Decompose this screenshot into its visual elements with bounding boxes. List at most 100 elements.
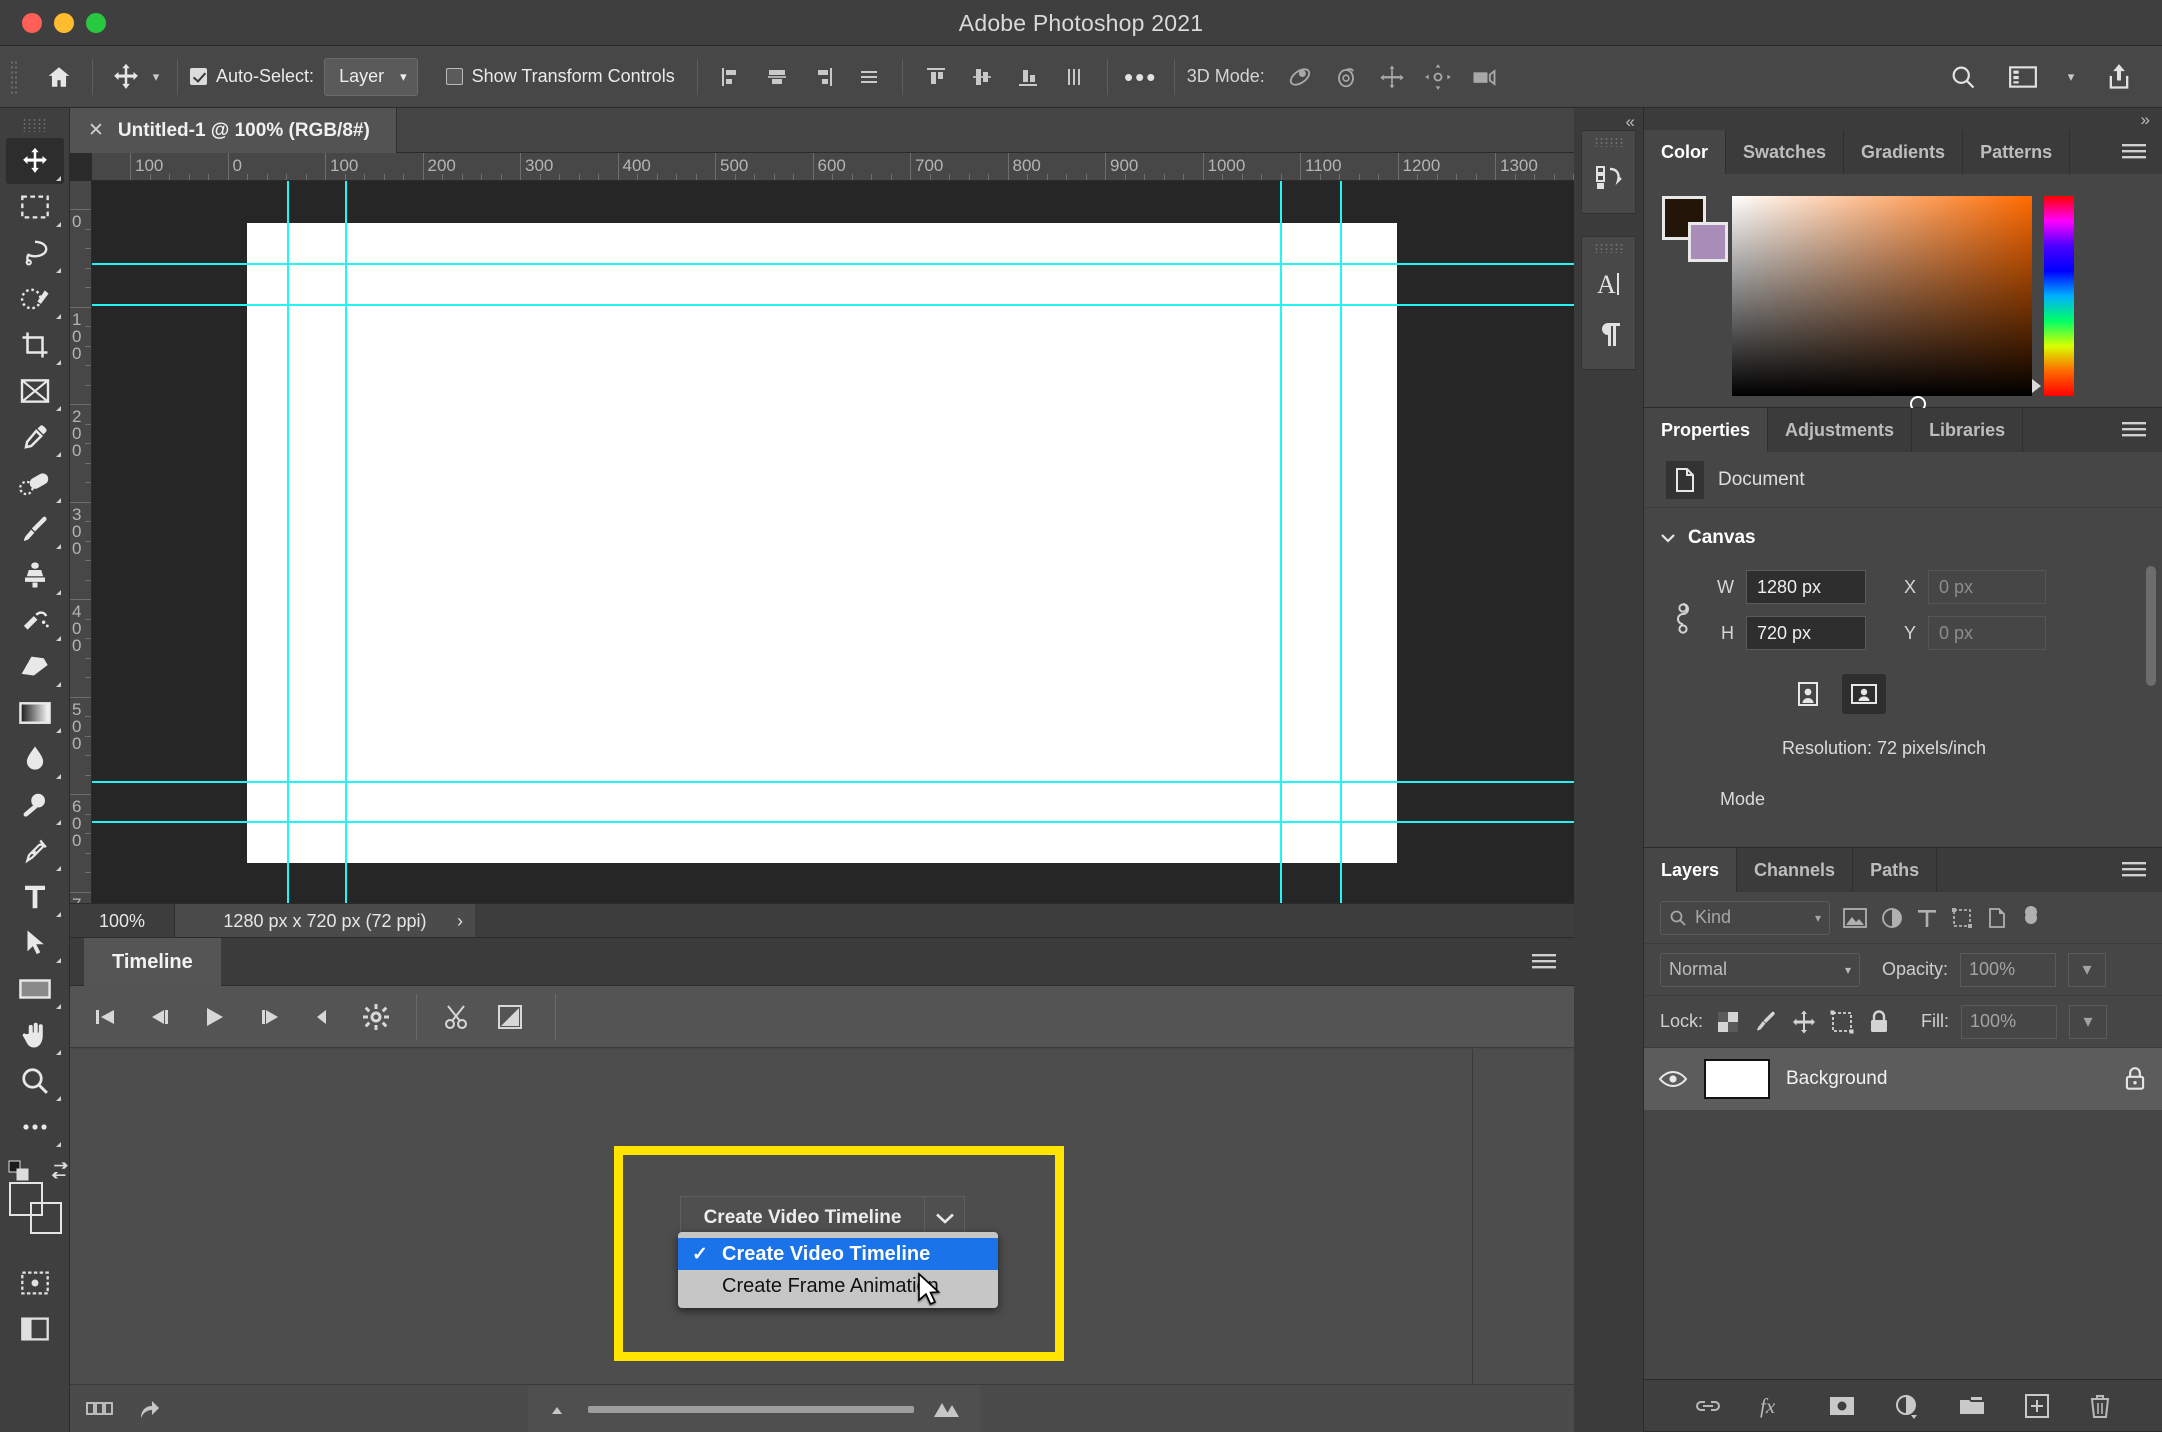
filter-type-icon[interactable] [1916, 906, 1938, 930]
panel-menu-icon[interactable] [2122, 142, 2148, 160]
canvas-width-input[interactable]: 1280 px [1746, 570, 1866, 604]
dodge-tool[interactable] [6, 782, 64, 828]
expand-panels-icon[interactable]: » [2141, 110, 2150, 130]
quick-selection-tool[interactable] [6, 276, 64, 322]
close-icon[interactable]: ✕ [88, 121, 104, 140]
3d-slide-icon[interactable] [1417, 56, 1459, 98]
lock-all-icon[interactable] [1867, 1009, 1891, 1035]
eyedropper-tool[interactable] [6, 414, 64, 460]
background-color-swatch[interactable] [1688, 222, 1728, 262]
layer-filter-kind[interactable]: Kind ▾ [1660, 901, 1830, 935]
lock-transparency-icon[interactable] [1715, 1009, 1741, 1035]
align-bottom-icon[interactable] [1007, 56, 1049, 98]
eye-icon[interactable] [1658, 1068, 1688, 1090]
link-layers-icon[interactable] [1693, 1396, 1723, 1416]
zoom-out-small-icon[interactable] [546, 1400, 570, 1418]
3d-camera-icon[interactable] [1463, 56, 1505, 98]
zoom-in-large-icon[interactable] [932, 1398, 962, 1420]
align-center-v-icon[interactable] [961, 56, 1003, 98]
canvas-x-input[interactable]: 0 px [1928, 570, 2046, 604]
distribute-h-icon[interactable] [848, 56, 890, 98]
filter-toggle-icon[interactable] [2020, 904, 2042, 932]
hue-strip[interactable] [2044, 196, 2074, 396]
3d-pan-icon[interactable] [1371, 56, 1413, 98]
vertical-ruler[interactable]: 010020030040050060070 [70, 181, 92, 903]
go-to-first-frame-icon[interactable] [92, 1005, 120, 1029]
guide-vertical[interactable] [287, 181, 289, 903]
share-icon[interactable] [2098, 56, 2140, 98]
guide-horizontal[interactable] [92, 304, 1574, 306]
filter-smart-icon[interactable] [1986, 906, 2008, 930]
zoom-level[interactable]: 100% [70, 904, 175, 938]
blend-mode-dropdown[interactable]: Normal ▾ [1660, 953, 1860, 987]
eraser-tool[interactable] [6, 644, 64, 690]
show-transform-controls-checkbox[interactable]: Show Transform Controls [446, 66, 675, 87]
character-panel-icon[interactable]: A [1582, 259, 1635, 309]
filter-adjustment-icon[interactable] [1880, 906, 1904, 930]
lasso-tool[interactable] [6, 230, 64, 276]
guide-vertical[interactable] [345, 181, 347, 903]
distribute-v-icon[interactable] [1053, 56, 1095, 98]
link-dimensions-icon[interactable] [1672, 600, 1694, 638]
lock-image-icon[interactable] [1753, 1009, 1779, 1035]
frame-tool[interactable] [6, 368, 64, 414]
menu-item-create-video-timeline[interactable]: ✓ Create Video Timeline [678, 1238, 998, 1270]
add-mask-icon[interactable] [1827, 1394, 1857, 1418]
workspace-icon[interactable] [2002, 56, 2044, 98]
align-right-icon[interactable] [802, 56, 844, 98]
pen-tool[interactable] [6, 828, 64, 874]
next-frame-icon[interactable] [256, 1005, 284, 1029]
auto-select-checkbox[interactable]: Auto-Select: [190, 66, 314, 87]
guide-horizontal[interactable] [92, 781, 1574, 783]
home-icon[interactable] [38, 56, 80, 98]
edit-toolbar-button[interactable] [6, 1104, 64, 1150]
crop-tool[interactable] [6, 322, 64, 368]
type-tool[interactable] [6, 874, 64, 920]
search-icon[interactable] [1942, 56, 1984, 98]
align-top-icon[interactable] [915, 56, 957, 98]
tab-paths[interactable]: Paths [1853, 848, 1937, 892]
new-group-icon[interactable] [1957, 1394, 1987, 1418]
guide-vertical[interactable] [1280, 181, 1282, 903]
layer-thumbnail[interactable] [1704, 1059, 1770, 1099]
opacity-chevron-down-icon[interactable]: ▾ [2068, 953, 2106, 987]
fx-icon[interactable]: fx [1759, 1394, 1791, 1418]
align-center-h-icon[interactable] [756, 56, 798, 98]
create-timeline-menu[interactable]: ✓ Create Video Timeline Create Frame Ani… [678, 1232, 998, 1308]
auto-select-scope-dropdown[interactable]: Layer ▾ [324, 58, 418, 96]
tab-layers[interactable]: Layers [1644, 848, 1737, 892]
dock-grip[interactable] [1594, 137, 1623, 147]
workspace-chevron-down-icon[interactable]: ▾ [2062, 69, 2080, 85]
lock-icon[interactable] [2122, 1065, 2148, 1093]
adjustment-layer-icon[interactable] [1893, 1393, 1921, 1419]
panel-menu-icon[interactable] [2122, 420, 2148, 438]
menu-item-create-frame-animation[interactable]: Create Frame Animation [678, 1270, 998, 1302]
new-layer-icon[interactable] [2023, 1393, 2051, 1419]
previous-frame-icon[interactable] [146, 1005, 174, 1029]
auto-select-checkbox-box[interactable] [190, 68, 207, 85]
guide-horizontal[interactable] [92, 263, 1574, 265]
frame-view-icon[interactable] [86, 1400, 114, 1418]
marquee-tool[interactable] [6, 184, 64, 230]
fill-chevron-down-icon[interactable]: ▾ [2069, 1005, 2107, 1039]
hand-tool[interactable] [6, 1012, 64, 1058]
split-clip-icon[interactable] [443, 1003, 471, 1031]
horizontal-ruler[interactable]: 1000100200300400500600700800900100011001… [92, 153, 1574, 181]
tab-libraries[interactable]: Libraries [1912, 408, 2023, 452]
tab-swatches[interactable]: Swatches [1726, 130, 1844, 174]
render-video-icon[interactable] [136, 1396, 162, 1422]
3d-orbit-icon[interactable] [1279, 56, 1321, 98]
opacity-input[interactable]: 100% [1960, 953, 2056, 987]
screen-mode-button[interactable] [6, 1306, 64, 1352]
tab-patterns[interactable]: Patterns [1963, 130, 2070, 174]
landscape-orientation-icon[interactable] [1842, 674, 1886, 714]
history-panel-icon[interactable] [1582, 153, 1635, 203]
document-size-status[interactable]: 1280 px x 720 px (72 ppi) › [175, 904, 475, 938]
more-options-button[interactable]: ••• [1120, 56, 1162, 98]
filter-image-icon[interactable] [1842, 907, 1868, 929]
dock-grip[interactable] [1594, 243, 1623, 253]
artboard[interactable] [247, 223, 1397, 863]
filter-shape-icon[interactable] [1950, 906, 1974, 930]
clone-stamp-tool[interactable] [6, 552, 64, 598]
tab-channels[interactable]: Channels [1737, 848, 1853, 892]
